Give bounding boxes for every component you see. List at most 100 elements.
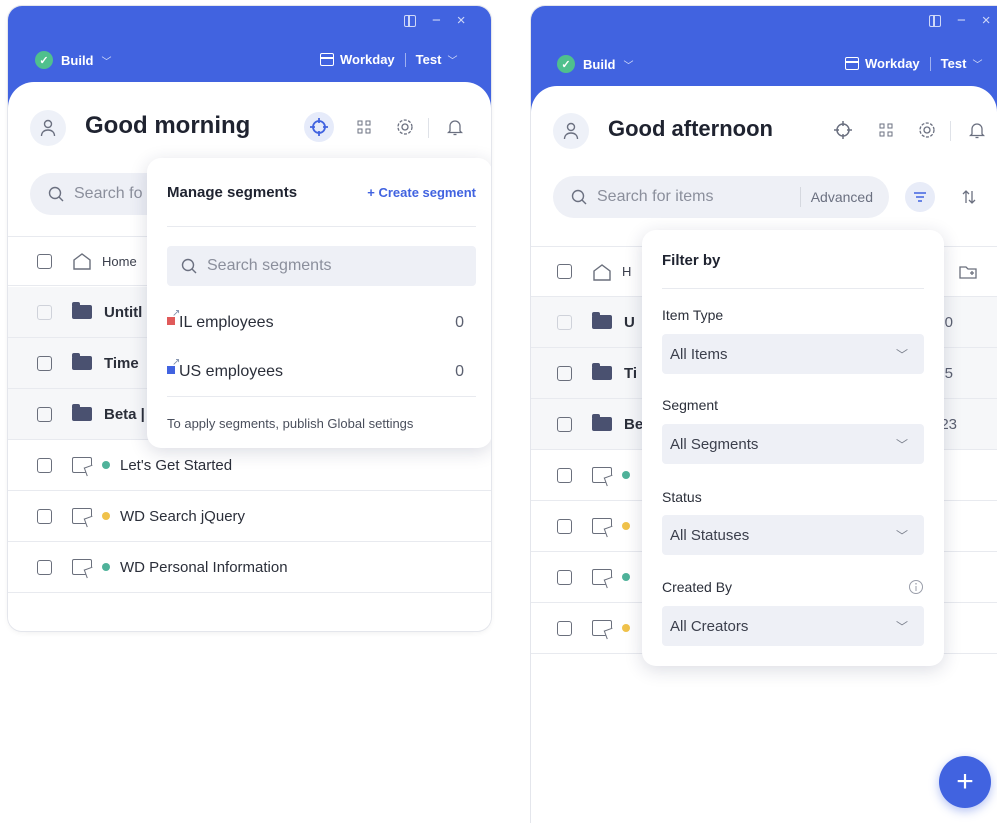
segments-footer-note: To apply segments, publish Global settin… [167, 416, 414, 431]
info-icon[interactable] [908, 579, 924, 595]
search-icon [48, 186, 64, 202]
build-selector[interactable]: ✓ Build ﹀ [35, 51, 112, 69]
grid-icon[interactable] [349, 112, 379, 142]
check-icon: ✓ [35, 51, 53, 69]
env-label: Workday [865, 56, 920, 71]
checkbox[interactable] [37, 508, 52, 524]
minimize-icon[interactable]: − [432, 12, 441, 29]
checkbox[interactable] [557, 467, 572, 483]
segment-select[interactable]: All Segments ﹀ [662, 424, 924, 464]
status-select[interactable]: All Statuses ﹀ [662, 515, 924, 555]
chevron-down-icon: ﹀ [447, 56, 458, 67]
divider [167, 226, 476, 227]
gear-icon[interactable] [912, 115, 942, 145]
checkbox[interactable] [37, 457, 52, 473]
checkbox[interactable] [557, 365, 572, 381]
filter-popup: Filter by Item Type All Items ﹀ Segment … [642, 230, 944, 666]
search-input[interactable]: Search for items Advanced [553, 176, 889, 218]
greeting-title: Good morning [85, 112, 251, 139]
search-placeholder: Search fo [74, 185, 143, 202]
divider [167, 396, 476, 397]
build-selector[interactable]: ✓ Build ﹀ [557, 55, 634, 73]
checkbox[interactable] [557, 518, 572, 534]
checkbox[interactable] [557, 264, 572, 279]
flow-cursor-icon [592, 518, 612, 534]
search-icon [181, 258, 197, 274]
flow-name: WD Personal Information [120, 558, 288, 576]
segment-name: IL employees [179, 314, 274, 331]
flow-cursor-icon [72, 559, 92, 575]
folder-icon [72, 353, 92, 370]
folder-icon [592, 414, 612, 431]
avatar[interactable] [553, 113, 589, 149]
breadcrumb-home[interactable]: Home [102, 254, 137, 269]
select-value: All Statuses [670, 526, 750, 544]
target-icon[interactable] [304, 112, 334, 142]
environment-selector[interactable]: Workday Test ﹀ [845, 56, 982, 71]
folder-icon [72, 404, 92, 421]
status-dot [622, 471, 630, 479]
checkbox[interactable] [557, 569, 572, 585]
checkbox[interactable] [37, 559, 52, 575]
avatar[interactable] [30, 110, 66, 146]
checkbox[interactable] [37, 355, 52, 371]
popup-title: Filter by [662, 252, 721, 269]
filter-icon[interactable] [905, 182, 935, 212]
flow-name: Let's Get Started [120, 456, 233, 474]
create-segment-button[interactable]: + Create segment [367, 185, 476, 200]
segment-count: 0 [455, 314, 464, 331]
greeting-title: Good afternoon [608, 116, 773, 141]
flow-cursor-icon [592, 569, 612, 585]
checkbox[interactable] [557, 416, 572, 432]
bell-icon[interactable] [962, 115, 992, 145]
grid-icon[interactable] [871, 115, 901, 145]
status-dot [102, 563, 110, 571]
filter-label: Created By [662, 579, 733, 595]
minimize-icon[interactable]: − [957, 12, 966, 29]
build-label: Build [61, 52, 94, 68]
segment-item[interactable]: IL employees 0 [167, 308, 464, 338]
bell-icon[interactable] [440, 112, 470, 142]
list-item-flow[interactable]: WD Personal Information [8, 542, 491, 593]
close-icon[interactable]: × [457, 12, 466, 29]
target-icon[interactable] [828, 115, 858, 145]
segment-item[interactable]: US employees 0 [167, 357, 464, 387]
checkbox[interactable] [37, 304, 52, 320]
breadcrumb-home[interactable]: H [622, 264, 631, 279]
gear-icon[interactable] [390, 112, 420, 142]
status-dot [622, 624, 630, 632]
left-panel: − × ✓ Build ﹀ Workday Test ﹀ Good mornin… [8, 6, 491, 631]
checkbox[interactable] [557, 620, 572, 636]
created-by-select[interactable]: All Creators ﹀ [662, 606, 924, 646]
split-view-icon[interactable] [404, 14, 416, 27]
status-dot [622, 573, 630, 581]
folder-icon [592, 363, 612, 380]
filter-label: Status [662, 489, 702, 505]
chevron-down-icon: ﹀ [895, 528, 908, 543]
folder-count: 5 [944, 364, 953, 382]
select-value: All Creators [670, 617, 749, 635]
item-type-select[interactable]: All Items ﹀ [662, 334, 924, 374]
segment-search-input[interactable]: Search segments [167, 246, 476, 286]
status-dot [102, 512, 110, 520]
chevron-down-icon: ﹀ [972, 60, 983, 71]
user-icon [563, 122, 579, 140]
select-value: All Items [670, 345, 728, 363]
env-mode: Test [940, 56, 967, 71]
window-controls: − × [404, 12, 466, 29]
select-value: All Segments [670, 435, 759, 453]
sort-icon[interactable] [954, 182, 984, 212]
search-placeholder: Search segments [207, 257, 332, 274]
checkbox[interactable] [37, 406, 52, 422]
checkbox[interactable] [37, 253, 52, 269]
split-view-icon[interactable] [929, 14, 941, 27]
new-folder-icon[interactable] [959, 264, 977, 280]
environment-selector[interactable]: Workday Test ﹀ [320, 52, 457, 67]
advanced-search-button[interactable]: Advanced [811, 189, 873, 205]
segment-icon [167, 308, 180, 325]
close-icon[interactable]: × [982, 12, 991, 29]
add-fab-button[interactable]: + [939, 756, 991, 808]
main-card: Good morning Search fo Home Untitl Time … [8, 82, 491, 631]
list-item-flow[interactable]: WD Search jQuery [8, 491, 491, 542]
checkbox[interactable] [557, 314, 572, 330]
